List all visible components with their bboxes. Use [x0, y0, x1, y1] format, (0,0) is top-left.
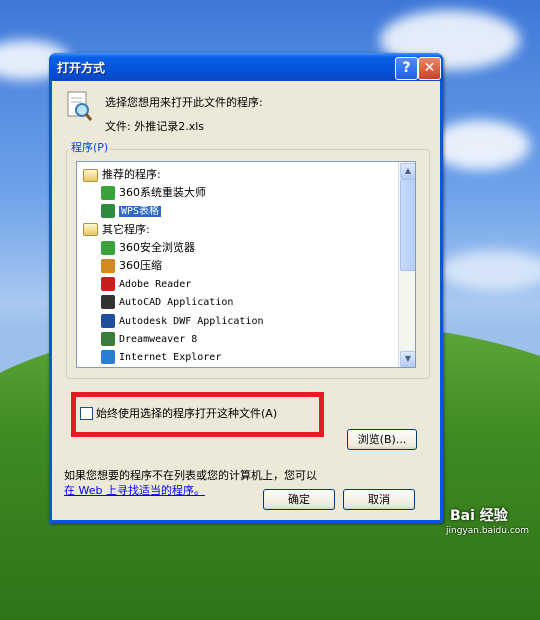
internet-explorer-icon	[101, 350, 115, 364]
programs-group-label: 程序(P)	[69, 139, 111, 155]
list-item[interactable]: AutoCAD Application	[101, 293, 233, 310]
watermark-url: jingyan.baidu.com	[446, 526, 530, 536]
dialog-body: 选择您想用来打开此文件的程序: 文件: 外推记录2.xls 程序(P) ▲ ▼ …	[52, 81, 440, 520]
scroll-up-icon[interactable]: ▲	[400, 163, 415, 179]
open-with-dialog: 打开方式 ? ✕ 选择您想用来打开此文件的程序: 文件: 外推记录2.xls 程…	[49, 53, 443, 523]
list-item-label: Autodesk DWF Application	[119, 315, 264, 327]
360-reinstall-icon	[101, 186, 115, 201]
file-name-text: 文件: 外推记录2.xls	[105, 120, 204, 133]
list-item[interactable]: WPS表格	[101, 202, 162, 219]
list-item-label: 其它程序:	[102, 222, 150, 236]
prompt-text: 选择您想用来打开此文件的程序:	[105, 96, 263, 109]
cancel-button[interactable]: 取消	[343, 489, 415, 510]
ok-button[interactable]: 确定	[263, 489, 335, 510]
browse-button[interactable]: 浏览(B)...	[347, 429, 417, 450]
list-category: 推荐的程序:	[83, 166, 161, 183]
close-button[interactable]: ✕	[418, 57, 441, 80]
list-item[interactable]: 360安全浏览器	[101, 239, 195, 256]
watermark-brand: Bai 经验	[450, 508, 508, 524]
web-search-link[interactable]: 在 Web 上寻找适当的程序。	[64, 482, 205, 498]
360-browser-icon	[101, 240, 115, 255]
title-bar[interactable]: 打开方式 ? ✕	[49, 53, 443, 81]
list-category: 其它程序:	[83, 221, 150, 238]
program-list[interactable]: ▲ ▼ 推荐的程序: 360系统重装大师 WPS表格其它程序: 360安全浏览器 360…	[76, 161, 416, 368]
list-item-label: AutoCAD Application	[119, 297, 234, 309]
wps-sheet-icon	[101, 204, 115, 219]
autodesk-dwf-icon	[101, 313, 115, 328]
list-item-label: Dreamweaver 8	[119, 333, 198, 345]
list-item-label: 360安全浏览器	[119, 240, 195, 254]
adobe-reader-icon	[101, 277, 115, 292]
scroll-down-icon[interactable]: ▼	[400, 351, 415, 367]
vertical-scrollbar[interactable]: ▲ ▼	[398, 162, 415, 367]
list-item-label: Adobe Reader	[119, 279, 192, 291]
document-search-icon	[65, 90, 93, 122]
dreamweaver-icon	[101, 331, 115, 346]
dialog-title: 打开方式	[57, 61, 106, 75]
list-item-label: Internet Explorer	[119, 352, 222, 363]
list-item-label: 推荐的程序:	[102, 168, 161, 181]
folder-icon	[83, 168, 98, 182]
hint-text: 如果您想要的程序不在列表或您的计算机上，您可以	[64, 469, 317, 482]
list-item[interactable]: Autodesk DWF Application	[101, 312, 264, 329]
annotation-highlight-box	[71, 392, 324, 437]
list-item[interactable]: 360系统重装大师	[101, 184, 206, 201]
list-item[interactable]: Internet Explorer	[101, 348, 221, 365]
help-button[interactable]: ?	[395, 57, 418, 80]
autocad-icon	[101, 295, 115, 310]
list-item-label: WPS表格	[119, 206, 162, 218]
list-item-label: 360系统重装大师	[119, 186, 206, 200]
scrollbar-thumb[interactable]	[400, 179, 415, 271]
360-zip-icon	[101, 259, 115, 273]
list-item[interactable]: 360压缩	[101, 257, 162, 274]
folder-icon	[83, 223, 98, 237]
list-item[interactable]: Adobe Reader	[101, 275, 191, 292]
list-item[interactable]: Dreamweaver 8	[101, 330, 197, 347]
list-item-label: 360压缩	[119, 259, 162, 272]
